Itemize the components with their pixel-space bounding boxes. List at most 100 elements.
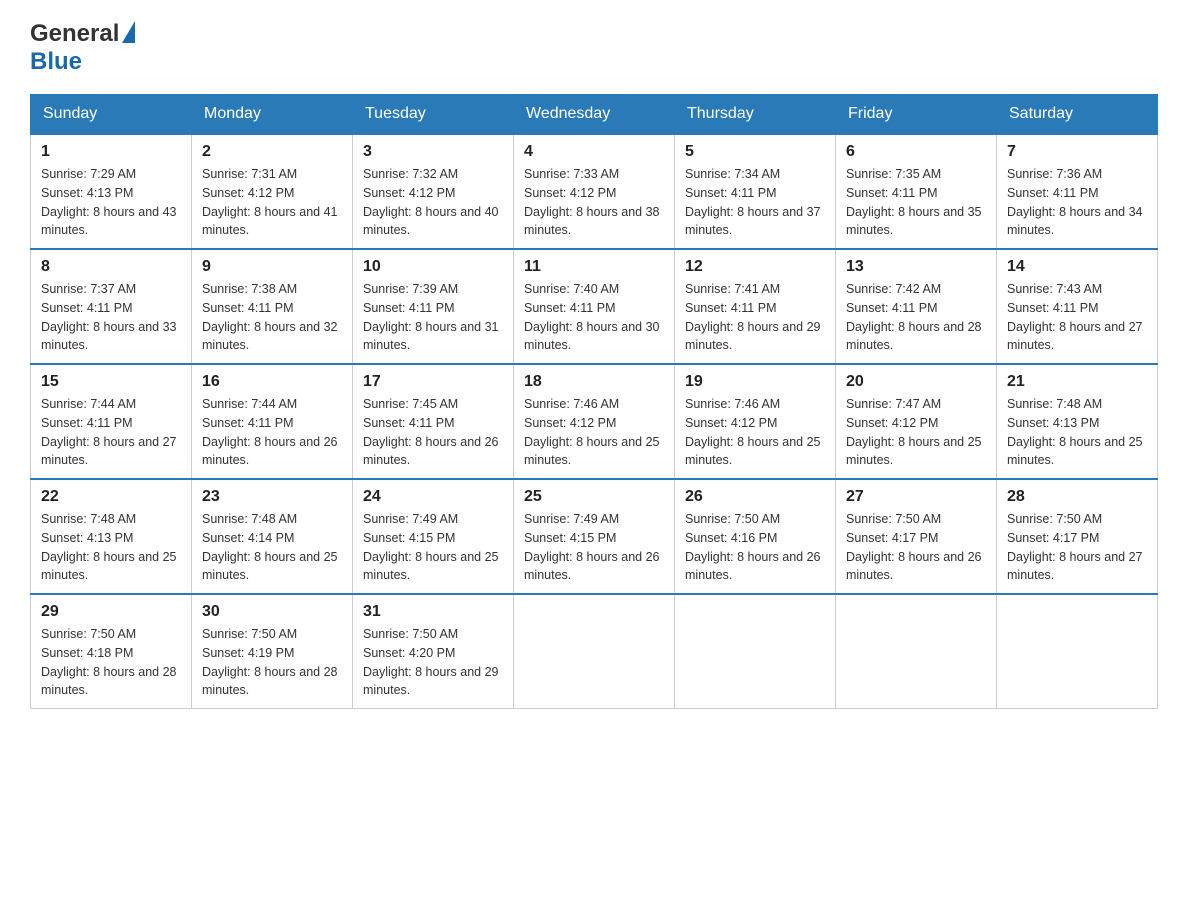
sunrise-label: Sunrise: 7:50 AM	[202, 627, 297, 641]
day-number: 14	[1007, 258, 1147, 276]
daylight-label: Daylight: 8 hours and 32 minutes.	[202, 320, 338, 353]
daylight-label: Daylight: 8 hours and 25 minutes.	[1007, 435, 1143, 468]
sunrise-label: Sunrise: 7:46 AM	[685, 397, 780, 411]
day-info: Sunrise: 7:37 AM Sunset: 4:11 PM Dayligh…	[41, 280, 181, 355]
calendar-cell: 26 Sunrise: 7:50 AM Sunset: 4:16 PM Dayl…	[675, 479, 836, 594]
calendar-cell: 12 Sunrise: 7:41 AM Sunset: 4:11 PM Dayl…	[675, 249, 836, 364]
daylight-label: Daylight: 8 hours and 28 minutes.	[41, 665, 177, 698]
day-number: 29	[41, 603, 181, 621]
sunrise-label: Sunrise: 7:40 AM	[524, 282, 619, 296]
sunset-label: Sunset: 4:11 PM	[202, 416, 294, 430]
calendar-cell: 24 Sunrise: 7:49 AM Sunset: 4:15 PM Dayl…	[353, 479, 514, 594]
sunset-label: Sunset: 4:12 PM	[846, 416, 938, 430]
day-info: Sunrise: 7:35 AM Sunset: 4:11 PM Dayligh…	[846, 165, 986, 240]
day-info: Sunrise: 7:33 AM Sunset: 4:12 PM Dayligh…	[524, 165, 664, 240]
sunset-label: Sunset: 4:19 PM	[202, 646, 294, 660]
day-info: Sunrise: 7:50 AM Sunset: 4:17 PM Dayligh…	[846, 510, 986, 585]
sunset-label: Sunset: 4:12 PM	[202, 186, 294, 200]
calendar-cell: 23 Sunrise: 7:48 AM Sunset: 4:14 PM Dayl…	[192, 479, 353, 594]
day-number: 3	[363, 143, 503, 161]
sunrise-label: Sunrise: 7:44 AM	[41, 397, 136, 411]
daylight-label: Daylight: 8 hours and 25 minutes.	[685, 435, 821, 468]
day-number: 18	[524, 373, 664, 391]
day-info: Sunrise: 7:48 AM Sunset: 4:14 PM Dayligh…	[202, 510, 342, 585]
day-number: 11	[524, 258, 664, 276]
sunrise-label: Sunrise: 7:50 AM	[685, 512, 780, 526]
day-info: Sunrise: 7:32 AM Sunset: 4:12 PM Dayligh…	[363, 165, 503, 240]
day-number: 12	[685, 258, 825, 276]
day-info: Sunrise: 7:44 AM Sunset: 4:11 PM Dayligh…	[41, 395, 181, 470]
calendar-week-row: 29 Sunrise: 7:50 AM Sunset: 4:18 PM Dayl…	[31, 594, 1158, 709]
calendar-cell: 30 Sunrise: 7:50 AM Sunset: 4:19 PM Dayl…	[192, 594, 353, 709]
calendar-cell: 18 Sunrise: 7:46 AM Sunset: 4:12 PM Dayl…	[514, 364, 675, 479]
daylight-label: Daylight: 8 hours and 31 minutes.	[363, 320, 499, 353]
sunrise-label: Sunrise: 7:47 AM	[846, 397, 941, 411]
day-number: 24	[363, 488, 503, 506]
daylight-label: Daylight: 8 hours and 43 minutes.	[41, 205, 177, 238]
day-header-monday: Monday	[192, 95, 353, 135]
daylight-label: Daylight: 8 hours and 30 minutes.	[524, 320, 660, 353]
sunset-label: Sunset: 4:12 PM	[363, 186, 455, 200]
calendar-cell: 9 Sunrise: 7:38 AM Sunset: 4:11 PM Dayli…	[192, 249, 353, 364]
sunset-label: Sunset: 4:16 PM	[685, 531, 777, 545]
calendar-cell: 17 Sunrise: 7:45 AM Sunset: 4:11 PM Dayl…	[353, 364, 514, 479]
calendar-cell: 2 Sunrise: 7:31 AM Sunset: 4:12 PM Dayli…	[192, 134, 353, 249]
day-info: Sunrise: 7:31 AM Sunset: 4:12 PM Dayligh…	[202, 165, 342, 240]
sunset-label: Sunset: 4:20 PM	[363, 646, 455, 660]
day-info: Sunrise: 7:38 AM Sunset: 4:11 PM Dayligh…	[202, 280, 342, 355]
day-info: Sunrise: 7:41 AM Sunset: 4:11 PM Dayligh…	[685, 280, 825, 355]
calendar-table: SundayMondayTuesdayWednesdayThursdayFrid…	[30, 94, 1158, 709]
day-info: Sunrise: 7:47 AM Sunset: 4:12 PM Dayligh…	[846, 395, 986, 470]
daylight-label: Daylight: 8 hours and 25 minutes.	[846, 435, 982, 468]
day-number: 28	[1007, 488, 1147, 506]
daylight-label: Daylight: 8 hours and 25 minutes.	[41, 550, 177, 583]
day-number: 26	[685, 488, 825, 506]
day-header-wednesday: Wednesday	[514, 95, 675, 135]
day-info: Sunrise: 7:42 AM Sunset: 4:11 PM Dayligh…	[846, 280, 986, 355]
calendar-cell: 14 Sunrise: 7:43 AM Sunset: 4:11 PM Dayl…	[997, 249, 1158, 364]
calendar-cell: 15 Sunrise: 7:44 AM Sunset: 4:11 PM Dayl…	[31, 364, 192, 479]
daylight-label: Daylight: 8 hours and 28 minutes.	[846, 320, 982, 353]
sunrise-label: Sunrise: 7:46 AM	[524, 397, 619, 411]
day-header-thursday: Thursday	[675, 95, 836, 135]
calendar-week-row: 15 Sunrise: 7:44 AM Sunset: 4:11 PM Dayl…	[31, 364, 1158, 479]
sunset-label: Sunset: 4:11 PM	[363, 301, 455, 315]
calendar-cell	[675, 594, 836, 709]
day-header-saturday: Saturday	[997, 95, 1158, 135]
day-number: 8	[41, 258, 181, 276]
calendar-cell: 3 Sunrise: 7:32 AM Sunset: 4:12 PM Dayli…	[353, 134, 514, 249]
logo-general-text: General	[30, 20, 119, 48]
logo-arrow-icon	[122, 21, 135, 43]
calendar-cell: 22 Sunrise: 7:48 AM Sunset: 4:13 PM Dayl…	[31, 479, 192, 594]
sunset-label: Sunset: 4:15 PM	[363, 531, 455, 545]
sunrise-label: Sunrise: 7:50 AM	[363, 627, 458, 641]
daylight-label: Daylight: 8 hours and 29 minutes.	[363, 665, 499, 698]
day-info: Sunrise: 7:46 AM Sunset: 4:12 PM Dayligh…	[524, 395, 664, 470]
sunset-label: Sunset: 4:11 PM	[41, 416, 133, 430]
calendar-cell: 11 Sunrise: 7:40 AM Sunset: 4:11 PM Dayl…	[514, 249, 675, 364]
calendar-cell: 4 Sunrise: 7:33 AM Sunset: 4:12 PM Dayli…	[514, 134, 675, 249]
sunrise-label: Sunrise: 7:45 AM	[363, 397, 458, 411]
day-number: 21	[1007, 373, 1147, 391]
sunset-label: Sunset: 4:18 PM	[41, 646, 133, 660]
day-info: Sunrise: 7:43 AM Sunset: 4:11 PM Dayligh…	[1007, 280, 1147, 355]
sunrise-label: Sunrise: 7:33 AM	[524, 167, 619, 181]
daylight-label: Daylight: 8 hours and 26 minutes.	[685, 550, 821, 583]
day-number: 2	[202, 143, 342, 161]
calendar-cell: 8 Sunrise: 7:37 AM Sunset: 4:11 PM Dayli…	[31, 249, 192, 364]
daylight-label: Daylight: 8 hours and 26 minutes.	[524, 550, 660, 583]
sunset-label: Sunset: 4:11 PM	[363, 416, 455, 430]
sunrise-label: Sunrise: 7:37 AM	[41, 282, 136, 296]
sunrise-label: Sunrise: 7:32 AM	[363, 167, 458, 181]
day-number: 5	[685, 143, 825, 161]
calendar-cell: 10 Sunrise: 7:39 AM Sunset: 4:11 PM Dayl…	[353, 249, 514, 364]
sunset-label: Sunset: 4:12 PM	[524, 416, 616, 430]
sunrise-label: Sunrise: 7:29 AM	[41, 167, 136, 181]
day-number: 9	[202, 258, 342, 276]
sunrise-label: Sunrise: 7:39 AM	[363, 282, 458, 296]
calendar-cell	[514, 594, 675, 709]
day-number: 13	[846, 258, 986, 276]
sunrise-label: Sunrise: 7:50 AM	[1007, 512, 1102, 526]
day-info: Sunrise: 7:50 AM Sunset: 4:17 PM Dayligh…	[1007, 510, 1147, 585]
sunset-label: Sunset: 4:17 PM	[1007, 531, 1099, 545]
